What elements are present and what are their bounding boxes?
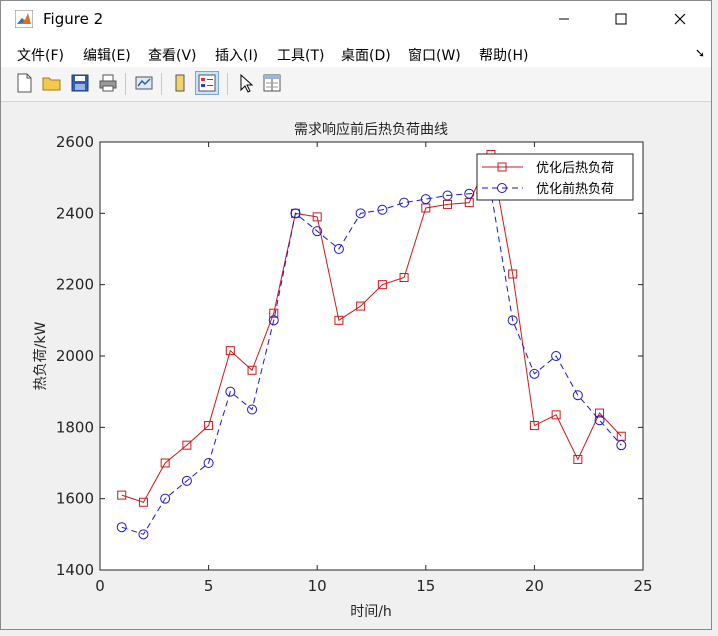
print-icon[interactable]: [97, 72, 119, 94]
new-figure-icon[interactable]: [13, 72, 35, 94]
colorbar-icon[interactable]: [169, 72, 191, 94]
y-tick-label: 1400: [56, 561, 94, 579]
legend-label-series-2: 优化前热负荷: [536, 181, 614, 197]
menu-insert[interactable]: 插入(I): [215, 45, 258, 65]
close-icon: [674, 13, 686, 25]
x-axis-label: 时间/h: [350, 604, 392, 620]
x-tick-label: 5: [204, 577, 214, 595]
y-axis-label: 热负荷/kW: [33, 322, 49, 391]
figure-window: Figure 2 文件(F) 编辑(E) 查看(V) 插入(I) 工具(T) 桌…: [0, 0, 712, 630]
y-tick-label: 2400: [56, 204, 94, 222]
legend: 优化后热负荷 优化前热负荷: [476, 153, 634, 201]
x-tick-label: 25: [633, 577, 652, 595]
x-tick-label: 0: [95, 577, 105, 595]
menu-tools[interactable]: 工具(T): [277, 45, 324, 65]
menu-view[interactable]: 查看(V): [148, 45, 197, 65]
toolbar-separator: [125, 73, 126, 95]
toolbar-separator: [227, 73, 228, 95]
title-bar: Figure 2: [1, 1, 711, 37]
menu-help[interactable]: 帮助(H): [479, 45, 528, 65]
plot-area: [99, 141, 644, 571]
menu-bar: 文件(F) 编辑(E) 查看(V) 插入(I) 工具(T) 桌面(D) 窗口(W…: [1, 37, 711, 67]
menu-window[interactable]: 窗口(W): [408, 45, 461, 65]
maximize-button[interactable]: [598, 1, 644, 37]
menu-file[interactable]: 文件(F): [17, 45, 64, 65]
save-icon[interactable]: [69, 72, 91, 94]
x-tick-label: 10: [308, 577, 327, 595]
minimize-icon: [559, 18, 569, 20]
menu-edit[interactable]: 编辑(E): [83, 45, 131, 65]
maximize-icon: [615, 13, 627, 25]
chart-title: 需求响应前后热负荷曲线: [294, 121, 448, 138]
property-inspector-icon[interactable]: [261, 72, 283, 94]
window-title: Figure 2: [43, 10, 104, 28]
minimize-button[interactable]: [541, 1, 587, 37]
y-tick-label: 1800: [56, 418, 94, 436]
link-plot-icon[interactable]: [133, 72, 155, 94]
toolbar-separator: [161, 73, 162, 95]
y-tick-label: 2600: [56, 133, 94, 151]
y-tick-label: 2200: [56, 276, 94, 294]
pointer-icon[interactable]: [235, 72, 257, 94]
menu-desktop[interactable]: 桌面(D): [341, 45, 391, 65]
open-file-icon[interactable]: [41, 72, 63, 94]
legend-label-series-1: 优化后热负荷: [536, 161, 614, 176]
dock-arrow-icon[interactable]: ➘: [695, 46, 705, 60]
legend-icon[interactable]: [195, 71, 219, 95]
y-tick-label: 2000: [56, 347, 94, 365]
matlab-logo-icon: [15, 10, 33, 28]
x-tick-label: 15: [416, 577, 435, 595]
chart: 需求响应前后热负荷曲线 时间/h 热负荷/kW 0 5 10 15 20 25 1400 16…: [33, 121, 653, 620]
figure-canvas: 需求响应前后热负荷曲线 时间/h 热负荷/kW 0 5 10 15 20 25 1400 16…: [1, 102, 711, 629]
y-tick-label: 1600: [56, 490, 94, 508]
x-tick-label: 20: [525, 577, 544, 595]
close-button[interactable]: [657, 1, 703, 37]
toolbar: [1, 67, 711, 102]
